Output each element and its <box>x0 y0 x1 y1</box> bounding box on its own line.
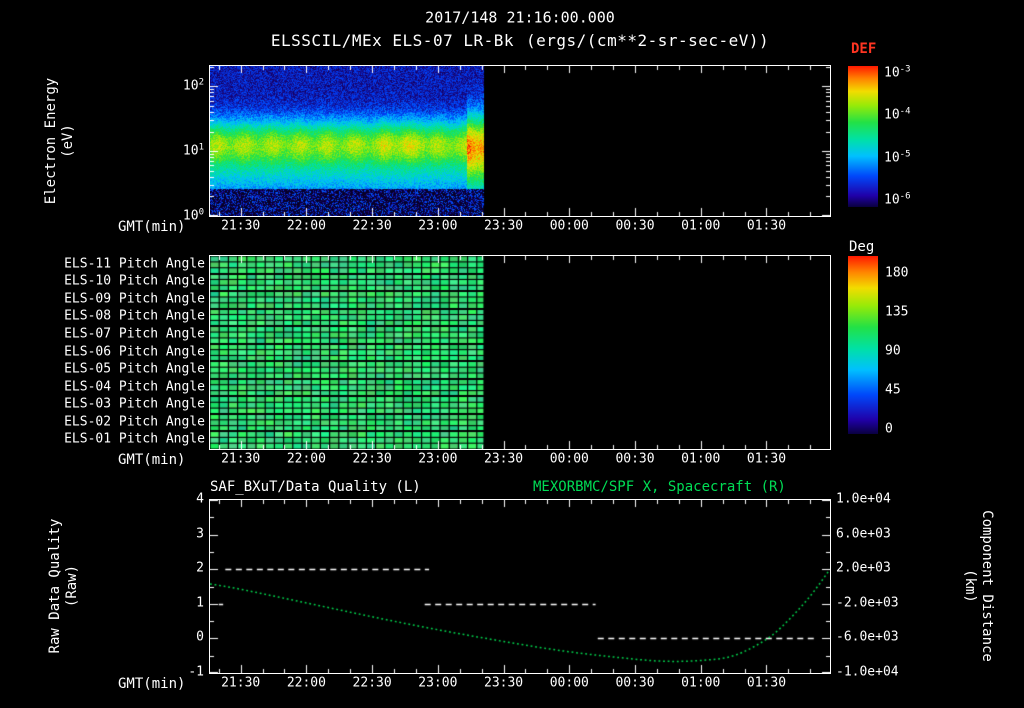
x-tick-label: 22:30 <box>352 451 392 467</box>
x-tick-label: 00:30 <box>615 675 655 691</box>
x-tick-label: 01:30 <box>746 675 787 691</box>
x-tick-label: 22:00 <box>286 218 326 234</box>
x-tick-label: 21:30 <box>221 218 261 234</box>
x-tick-label: 23:00 <box>418 675 458 691</box>
y-tick-label: 100 <box>182 207 204 224</box>
distance-y-axis-label: Component Distance (km) <box>961 476 995 696</box>
x-axis-title-3: GMT(min) <box>118 675 186 692</box>
x-tick-label: 23:30 <box>483 675 524 691</box>
colorbar-deg-title: Deg <box>849 238 875 255</box>
y-tick-label: -1 <box>188 664 204 680</box>
colorbar-tick-label: 10-3 <box>884 64 911 81</box>
x-tick-label: 22:00 <box>286 451 326 467</box>
y-label-line: Component Distance <box>979 510 995 662</box>
plot-title: ELSSCIL/MEx ELS-07 LR-Bk (ergs/(cm**2-sr-… <box>270 30 770 50</box>
x-axis-title-1: GMT(min) <box>118 218 186 235</box>
x-tick-label: 00:00 <box>549 451 589 467</box>
plot-datetime: 2017/148 21:16:00.000 <box>425 8 615 27</box>
pitch-row-label: ELS-08 Pitch Angle <box>64 308 205 324</box>
x-tick-label: 23:00 <box>418 451 458 467</box>
spectrogram-y-axis-label: Electron Energy (eV) <box>43 31 77 251</box>
spectrogram-canvas <box>209 65 831 217</box>
x-tick-label: 23:30 <box>483 451 524 467</box>
colorbar-tick-label: 10-4 <box>884 106 911 124</box>
y-tick-label: 101 <box>182 142 204 159</box>
pitch-row-label: ELS-02 Pitch Angle <box>64 414 205 430</box>
x-tick-label: 00:30 <box>615 218 655 234</box>
x-tick-label: 22:30 <box>352 218 392 234</box>
pitch-row-label: ELS-04 Pitch Angle <box>64 379 205 395</box>
y-label-line: Electron Energy <box>43 77 59 205</box>
x-tick-label: 01:30 <box>746 218 787 234</box>
pitch-angle-canvas <box>209 255 831 450</box>
line-title-left: SAF_BXuT/Data Quality (L) <box>210 478 421 495</box>
colorbar-tick-label: 45 <box>885 382 901 398</box>
y-tick-label: -6.0e+03 <box>836 629 899 645</box>
line-plot-canvas <box>209 499 831 674</box>
colorbar-tick-label: 0 <box>885 421 893 437</box>
pitch-row-label: ELS-11 Pitch Angle <box>64 256 205 272</box>
x-tick-label: 01:30 <box>746 451 787 467</box>
colorbar-tick-label: 10-5 <box>884 149 911 166</box>
y-label-line: Raw Data Quality <box>47 518 63 654</box>
colorbar-tick-label: 135 <box>885 304 909 320</box>
y-tick-label: 0 <box>196 629 204 645</box>
colorbar-tick-label: 180 <box>885 265 909 281</box>
x-tick-label: 01:00 <box>681 675 721 691</box>
flux-colorbar <box>848 66 878 207</box>
y-tick-label: 2 <box>196 560 204 576</box>
x-tick-label: 23:00 <box>418 218 458 234</box>
x-tick-label: 01:00 <box>681 218 721 234</box>
x-tick-label: 22:30 <box>352 675 392 691</box>
y-tick-label: 1 <box>196 595 204 611</box>
y-tick-label: 2.0e+03 <box>836 560 891 576</box>
x-tick-label: 00:00 <box>549 218 589 234</box>
y-tick-label: 4 <box>196 491 204 507</box>
y-label-line: (eV) <box>60 124 76 158</box>
colorbar-tick-label: 90 <box>885 343 901 359</box>
instrument-title-text: ELSSCIL/MEx ELS-07 LR-Bk <box>270 30 514 50</box>
flux-units-text: (ergs/(cm**2-sr-sec-eV)) <box>526 30 770 50</box>
pitch-colorbar <box>848 256 878 434</box>
y-tick-label: 3 <box>196 526 204 542</box>
y-tick-label: -1.0e+04 <box>836 664 899 680</box>
pitch-row-label: ELS-10 Pitch Angle <box>64 273 205 289</box>
y-tick-label: -2.0e+03 <box>836 595 899 611</box>
quality-y-axis-label: Raw Data Quality (Raw) <box>47 476 81 696</box>
line-title-right: MEXORBMC/SPF X, Spacecraft (R) <box>533 478 786 495</box>
x-tick-label: 21:30 <box>221 675 261 691</box>
pitch-row-label: ELS-07 Pitch Angle <box>64 326 205 342</box>
y-tick-label: 102 <box>182 77 204 94</box>
colorbar-tick-label: 10-6 <box>884 191 911 208</box>
x-tick-label: 21:30 <box>221 451 261 467</box>
pitch-row-label: ELS-01 Pitch Angle <box>64 431 205 447</box>
pitch-row-label: ELS-05 Pitch Angle <box>64 361 205 377</box>
x-tick-label: 23:30 <box>483 218 524 234</box>
pitch-row-label: ELS-09 Pitch Angle <box>64 291 205 307</box>
x-tick-label: 00:30 <box>615 451 655 467</box>
x-tick-label: 01:00 <box>681 451 721 467</box>
x-tick-label: 00:00 <box>549 675 589 691</box>
pitch-row-label: ELS-06 Pitch Angle <box>64 344 205 360</box>
colorbar-def-title: DEF <box>851 40 877 57</box>
y-tick-label: 6.0e+03 <box>836 526 891 542</box>
els-quicklook-display: 2017/148 21:16:00.000 ELSSCIL/MEx ELS-07… <box>0 0 1024 708</box>
y-label-line: (Raw) <box>64 564 80 608</box>
y-label-line: (km) <box>962 569 978 603</box>
pitch-row-label: ELS-03 Pitch Angle <box>64 396 205 412</box>
y-tick-label: 1.0e+04 <box>836 491 891 507</box>
x-tick-label: 22:00 <box>286 675 326 691</box>
x-axis-title-2: GMT(min) <box>118 451 186 468</box>
